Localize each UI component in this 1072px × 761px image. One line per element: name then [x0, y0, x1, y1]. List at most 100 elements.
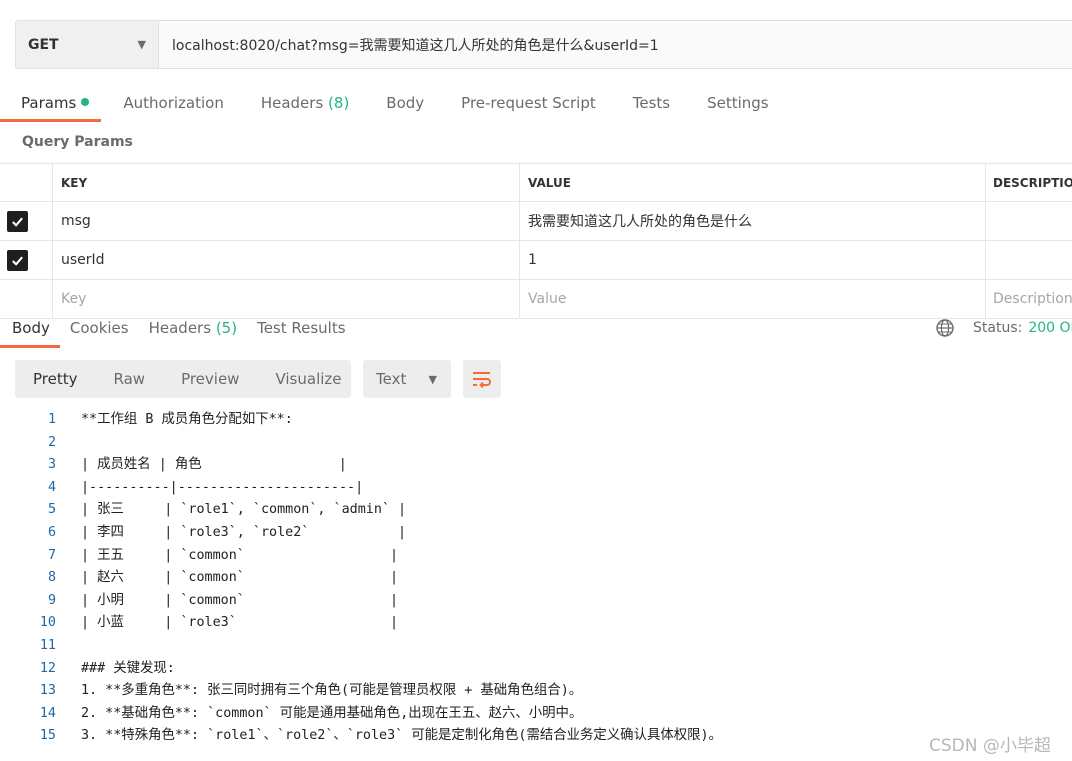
tab-body[interactable]: Body — [386, 84, 424, 122]
url-input[interactable]: localhost:8020/chat?msg=我需要知道这几人所处的角色是什么… — [159, 21, 1072, 68]
request-bar: GET ▼ localhost:8020/chat?msg=我需要知道这几人所处… — [15, 20, 1072, 69]
method-label: GET — [28, 36, 59, 53]
line-text: | 王五 | `common` | — [81, 547, 399, 563]
tab-cookies[interactable]: Cookies — [70, 310, 129, 348]
watermark: CSDN @小毕超 — [929, 736, 1051, 756]
line-text: |----------|----------------------| — [81, 479, 364, 495]
code-line: 5 | 张三 | `role1`, `common`, `admin` | — [0, 499, 1072, 522]
line-text: 1. **多重角色**: 张三同时拥有三个角色(可能是管理员权限 + 基础角色组… — [81, 683, 583, 699]
code-line: 3 | 成员姓名 | 角色 | — [0, 454, 1072, 477]
line-text: | 赵六 | `common` | — [81, 570, 399, 586]
line-number: 2 — [47, 434, 56, 450]
checkmark-icon — [11, 217, 23, 227]
view-preview-button[interactable]: Preview — [163, 370, 257, 388]
status-label: Status: — [973, 320, 1023, 336]
line-number: 11 — [39, 637, 56, 653]
code-line: 4 |----------|----------------------| — [0, 477, 1072, 500]
line-number: 7 — [47, 547, 56, 563]
tab-headers[interactable]: Headers (8) — [261, 84, 349, 122]
line-text: | 小蓝 | `role3` | — [81, 615, 399, 631]
code-line: 9 | 小明 | `common` | — [0, 590, 1072, 613]
code-line: 8 | 赵六 | `common` | — [0, 567, 1072, 590]
param-value[interactable]: 1 — [520, 241, 986, 279]
code-line: 14 2. **基础角色**: `common` 可能是通用基础角色,出现在王五、… — [0, 703, 1072, 726]
line-number: 6 — [47, 524, 56, 540]
chevron-down-icon: ▼ — [137, 38, 146, 51]
tab-settings[interactable]: Settings — [707, 84, 769, 122]
code-line: 6 | 李四 | `role3`, `role2` | — [0, 522, 1072, 545]
code-line: 1 **工作组 B 成员角色分配如下**: — [0, 409, 1072, 432]
code-line: 2 — [0, 432, 1072, 455]
query-params-title: Query Params — [22, 134, 133, 150]
tab-pre-request-script[interactable]: Pre-request Script — [461, 84, 596, 122]
param-description[interactable] — [986, 202, 1072, 240]
wrap-lines-button[interactable] — [463, 360, 501, 398]
code-line: 7 | 王五 | `common` | — [0, 545, 1072, 568]
line-text: ### 关键发现: — [81, 660, 175, 676]
column-header-value: VALUE — [520, 164, 986, 201]
table-header-row: KEY VALUE DESCRIPTION — [0, 164, 1072, 202]
chevron-down-icon: ▼ — [428, 372, 437, 386]
column-header-key: KEY — [53, 164, 520, 201]
line-number: 14 — [39, 705, 56, 721]
wrap-lines-icon — [473, 372, 491, 388]
line-number: 3 — [47, 457, 56, 473]
active-dot-icon — [81, 98, 90, 106]
format-select[interactable]: Text ▼ — [363, 360, 451, 398]
line-text: **工作组 B 成员角色分配如下**: — [81, 412, 293, 427]
line-number: 12 — [39, 660, 56, 676]
response-tabs: Body Cookies Headers (5) Test Results — [0, 310, 366, 348]
globe-icon[interactable] — [935, 318, 955, 338]
column-header-description: DESCRIPTION — [993, 175, 1072, 190]
line-text: | 李四 | `role3`, `role2` | — [81, 524, 407, 540]
table-row: msg 我需要知道这几人所处的角色是什么 — [0, 202, 1072, 241]
response-status: Status: 200 OK — [935, 318, 1072, 338]
line-text: 2. **基础角色**: `common` 可能是通用基础角色,出现在王五、赵六… — [81, 705, 583, 721]
tab-response-headers[interactable]: Headers (5) — [149, 310, 237, 348]
format-label: Text — [376, 370, 407, 388]
tab-tests[interactable]: Tests — [633, 84, 670, 122]
tab-response-body[interactable]: Body — [0, 310, 60, 348]
request-tabs: Params Authorization Headers (8) Body Pr… — [0, 84, 806, 122]
line-number: 5 — [47, 502, 56, 518]
line-text: | 成员姓名 | 角色 | — [81, 457, 347, 473]
line-number: 15 — [39, 728, 56, 744]
param-checkbox[interactable] — [6, 249, 28, 271]
code-line: 12 ### 关键发现: — [0, 658, 1072, 681]
line-text: | 小明 | `common` | — [81, 592, 399, 608]
code-line: 10 | 小蓝 | `role3` | — [0, 612, 1072, 635]
line-number: 9 — [47, 592, 56, 608]
method-select[interactable]: GET ▼ — [16, 21, 159, 68]
response-headers-count: (5) — [215, 319, 238, 337]
headers-count: (8) — [328, 94, 350, 112]
line-number: 1 — [47, 412, 56, 427]
table-row: userId 1 — [0, 241, 1072, 280]
view-pretty-button[interactable]: Pretty — [15, 370, 96, 388]
line-text: | 张三 | `role1`, `common`, `admin` | — [81, 502, 407, 518]
checkmark-icon — [11, 256, 23, 266]
line-number: 4 — [47, 479, 56, 495]
view-mode-group: Pretty Raw Preview Visualize — [15, 360, 351, 398]
new-description-input[interactable]: Description — [986, 280, 1072, 318]
view-raw-button[interactable]: Raw — [96, 370, 164, 388]
code-line: 13 1. **多重角色**: 张三同时拥有三个角色(可能是管理员权限 + 基础角… — [0, 680, 1072, 703]
view-visualize-button[interactable]: Visualize — [257, 370, 359, 388]
line-number: 10 — [39, 615, 56, 631]
status-value: 200 OK — [1028, 320, 1072, 336]
line-text: 3. **特殊角色**: `role1`、`role2`、`role3` 可能是… — [81, 728, 722, 744]
new-value-input[interactable]: Value — [520, 280, 986, 318]
param-value[interactable]: 我需要知道这几人所处的角色是什么 — [520, 202, 986, 240]
tab-authorization[interactable]: Authorization — [123, 84, 223, 122]
param-key[interactable]: msg — [53, 202, 520, 240]
tab-test-results[interactable]: Test Results — [257, 310, 345, 348]
line-number: 8 — [47, 570, 56, 586]
query-params-table: KEY VALUE DESCRIPTION msg 我需要知道这几人所处的角色是… — [0, 163, 1072, 319]
param-description[interactable] — [986, 241, 1072, 279]
param-checkbox[interactable] — [6, 210, 28, 232]
response-body-editor[interactable]: 1 **工作组 B 成员角色分配如下**: 2 3 | 成员姓名 | 角色 | 4 |… — [0, 409, 1072, 748]
tab-params[interactable]: Params — [0, 84, 102, 122]
param-key[interactable]: userId — [53, 241, 520, 279]
line-number: 13 — [39, 683, 56, 699]
code-line: 11 — [0, 635, 1072, 658]
code-line: 15 3. **特殊角色**: `role1`、`role2`、`role3` 可… — [0, 725, 1072, 748]
